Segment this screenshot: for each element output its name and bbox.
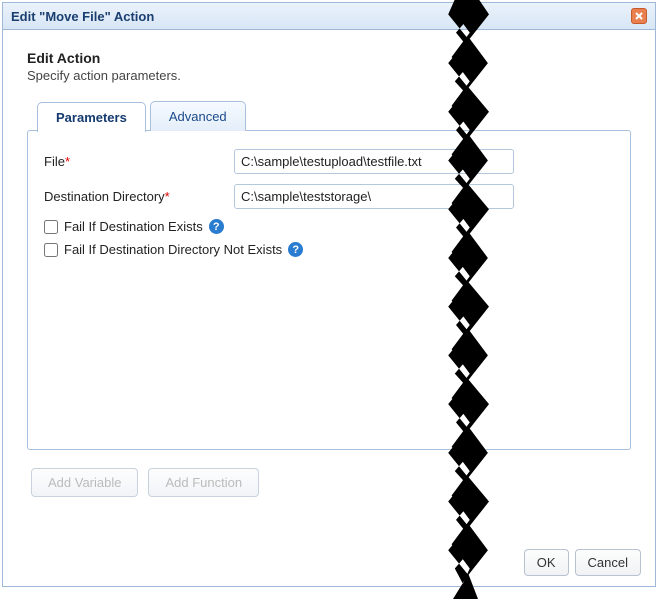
titlebar: Edit "Move File" Action xyxy=(3,3,655,30)
check-fail-exists: Fail If Destination Exists ? xyxy=(44,219,614,234)
add-variable-button[interactable]: Add Variable xyxy=(31,468,138,497)
tab-parameters[interactable]: Parameters xyxy=(37,102,146,132)
help-icon[interactable]: ? xyxy=(209,219,224,234)
section-subtitle: Specify action parameters. xyxy=(27,68,631,83)
section-title: Edit Action xyxy=(27,50,631,66)
tab-strip: Parameters Advanced xyxy=(37,101,631,131)
field-file: File* xyxy=(44,149,614,174)
fail-exists-checkbox[interactable] xyxy=(44,220,58,234)
file-label: File* xyxy=(44,154,234,169)
dialog-title: Edit "Move File" Action xyxy=(11,9,154,24)
dialog-footer: OK Cancel xyxy=(524,549,641,576)
tab-advanced[interactable]: Advanced xyxy=(150,101,246,131)
fail-dir-not-exists-checkbox[interactable] xyxy=(44,243,58,257)
dest-dir-label: Destination Directory* xyxy=(44,189,234,204)
tab-panel-parameters: File* Destination Directory* Fail If Des… xyxy=(27,130,631,450)
close-button[interactable] xyxy=(631,8,647,24)
required-asterisk: * xyxy=(165,189,170,204)
ok-button[interactable]: OK xyxy=(524,549,569,576)
add-function-button[interactable]: Add Function xyxy=(148,468,259,497)
fail-exists-label: Fail If Destination Exists xyxy=(64,219,203,234)
dialog-content: Edit Action Specify action parameters. P… xyxy=(3,30,655,509)
help-icon[interactable]: ? xyxy=(288,242,303,257)
required-asterisk: * xyxy=(65,154,70,169)
close-icon xyxy=(634,11,644,21)
dialog-window: Edit "Move File" Action Edit Action Spec… xyxy=(2,2,656,587)
field-dest-dir: Destination Directory* xyxy=(44,184,614,209)
variable-buttons-row: Add Variable Add Function xyxy=(27,468,631,497)
fail-dir-not-exists-label: Fail If Destination Directory Not Exists xyxy=(64,242,282,257)
cancel-button[interactable]: Cancel xyxy=(575,549,641,576)
check-fail-dir-not-exists: Fail If Destination Directory Not Exists… xyxy=(44,242,614,257)
